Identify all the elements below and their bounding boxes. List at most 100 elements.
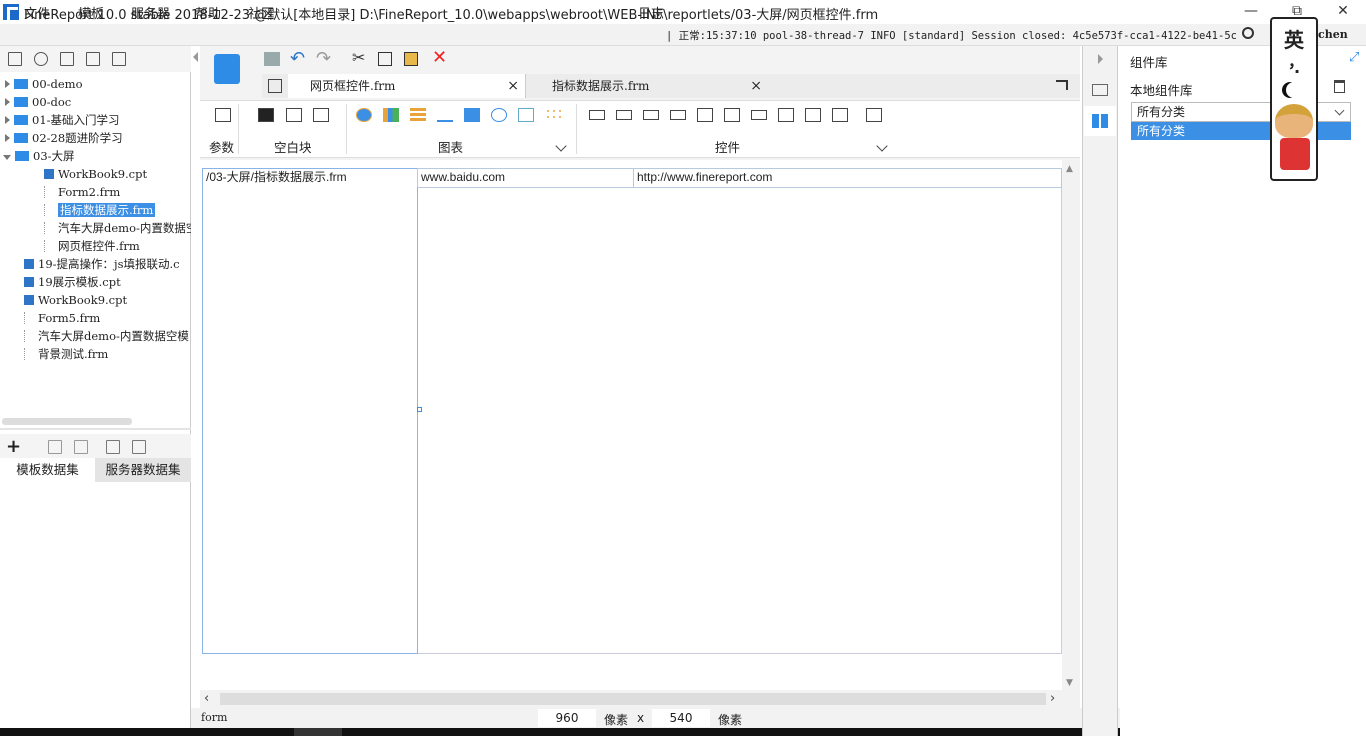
scroll-right-icon[interactable]: › [1050,691,1055,706]
copy-icon[interactable] [378,52,392,66]
cut-icon[interactable]: ✂ [352,48,365,67]
menu-template[interactable]: 模板 [78,3,104,22]
radar-chart-icon[interactable] [518,108,534,122]
add-dataset-icon[interactable]: + [6,436,21,457]
close-window-button[interactable]: ✕ [1320,0,1366,24]
tree-item[interactable]: 汽车大屏demo-内置数据空模 [24,327,191,345]
tree-hscrollbar[interactable] [2,418,132,425]
expand-right-icon[interactable] [1098,54,1103,64]
height-input[interactable]: 540 [652,709,710,727]
tree-item[interactable]: 19-提高操作：js填报联动.c [24,255,191,273]
pin-icon[interactable]: ⤢ [1349,50,1359,65]
radio-widget-icon[interactable] [805,108,821,122]
tab-block-icon[interactable] [313,108,329,122]
expand-arrow-icon[interactable] [5,116,10,124]
redo-icon[interactable]: ↷ [316,48,331,69]
webframe-widget-2[interactable]: www.baidu.com [417,168,634,188]
user-name[interactable]: chen [1318,28,1348,41]
tree-item[interactable]: 网页框控件.frm [44,237,140,255]
minimize-button[interactable]: — [1228,0,1274,24]
delete-icon[interactable] [112,52,126,66]
settings-icon[interactable] [86,52,100,66]
edit-icon[interactable] [48,440,62,454]
menu-server[interactable]: 服务器 [131,3,170,22]
tree-item[interactable]: 汽车大屏demo-内置数据空 [44,219,191,237]
dataset-settings-icon[interactable] [132,440,146,454]
delete-dataset-icon[interactable] [74,440,88,454]
tab-webframe[interactable]: 网页框控件.frm × [288,74,526,98]
category-dropdown[interactable]: 所有分类 [1131,102,1351,122]
tab-menu-icon[interactable] [1056,80,1068,90]
line-chart-icon[interactable] [437,108,453,122]
tree-item-selected[interactable]: 指标数据展示.frm [44,201,156,219]
resize-handle[interactable] [417,407,422,412]
tree-item[interactable]: 19展示模板.cpt [24,273,121,291]
grid-icon[interactable] [268,79,282,93]
date-widget-icon[interactable] [697,108,713,122]
pie-chart-icon[interactable] [356,108,372,122]
label-widget-icon[interactable] [616,110,632,120]
undo-icon[interactable]: ↶ [290,48,305,69]
refresh-icon[interactable] [34,52,48,66]
calendar-widget-icon[interactable] [724,108,740,122]
close-tab-icon[interactable]: × [750,74,762,98]
textbox-widget-icon[interactable] [589,110,605,120]
close-tab-icon[interactable]: × [507,74,519,98]
tree-item[interactable]: 03-大屏 [3,147,75,165]
scatter-chart-icon[interactable] [545,108,561,122]
paste-icon[interactable] [404,52,418,66]
tree-item[interactable]: 02-28题进阶学习 [5,129,123,147]
component-design-icon[interactable] [214,54,240,84]
bar-chart-icon[interactable] [383,108,399,122]
menu-help[interactable]: 帮助 [195,3,221,22]
preview-icon[interactable] [106,440,120,454]
hscroll-thumb[interactable] [220,693,1046,705]
canvas-vscrollbar[interactable] [1062,160,1080,690]
collapse-arrow-icon[interactable] [3,155,11,160]
webframe-widget-1[interactable]: /03-大屏/指标数据展示.frm [202,168,418,654]
search-icon[interactable] [1242,27,1254,39]
scroll-left-icon[interactable]: ‹ [204,691,209,706]
split-block-icon[interactable] [286,108,302,122]
search-widget-icon[interactable] [866,108,882,122]
scroll-up-icon[interactable]: ▲ [1066,164,1073,174]
locate-icon[interactable] [60,52,74,66]
scroll-down-icon[interactable]: ▼ [1066,678,1073,688]
taskbar-app[interactable] [294,728,342,736]
dropdown-option[interactable]: 所有分类 [1131,122,1351,140]
new-folder-icon[interactable] [8,52,22,66]
button-widget-icon[interactable] [643,110,659,120]
tree-item[interactable]: WorkBook9.cpt [44,165,147,183]
menu-community[interactable]: 社区 [248,3,274,22]
blank-block-icon[interactable] [258,108,274,122]
gauge-chart-icon[interactable] [491,108,507,122]
property-panel-icon[interactable] [1092,84,1108,96]
log-button[interactable]: 日志 [638,3,664,22]
menu-file[interactable]: 文件 [24,3,50,22]
checkbox-widget-icon[interactable] [832,108,848,122]
tab-indicator-display[interactable]: 指标数据展示.frm × [530,74,768,98]
number-widget-icon[interactable] [751,110,767,120]
delete-component-icon[interactable] [1334,80,1345,93]
width-input[interactable]: 960 [538,709,596,727]
expand-arrow-icon[interactable] [5,134,10,142]
combo-widget-icon[interactable] [670,110,686,120]
tree-item[interactable]: Form2.frm [44,183,120,201]
textarea-widget-icon[interactable] [778,108,794,122]
hbar-chart-icon[interactable] [410,108,426,122]
tab-server-dataset[interactable]: 服务器数据集 [95,458,191,482]
tab-template-dataset[interactable]: 模板数据集 [0,458,95,482]
tree-item[interactable]: 01-基础入门学习 [5,111,120,129]
collapse-left-icon[interactable] [193,52,198,62]
param-widget-icon[interactable] [215,108,231,122]
tree-item[interactable]: Form5.frm [24,309,100,327]
delete-widget-icon[interactable]: ✕ [432,47,447,68]
tree-item[interactable]: 00-doc [5,93,71,111]
webframe-widget-3[interactable]: http://www.finereport.com [633,168,1062,188]
tree-item[interactable]: 背景测试.frm [24,345,108,363]
tree-item[interactable]: WorkBook9.cpt [24,291,127,309]
area-chart-icon[interactable] [464,108,480,122]
expand-arrow-icon[interactable] [5,98,10,106]
expand-arrow-icon[interactable] [5,80,10,88]
save-icon[interactable] [264,52,280,66]
